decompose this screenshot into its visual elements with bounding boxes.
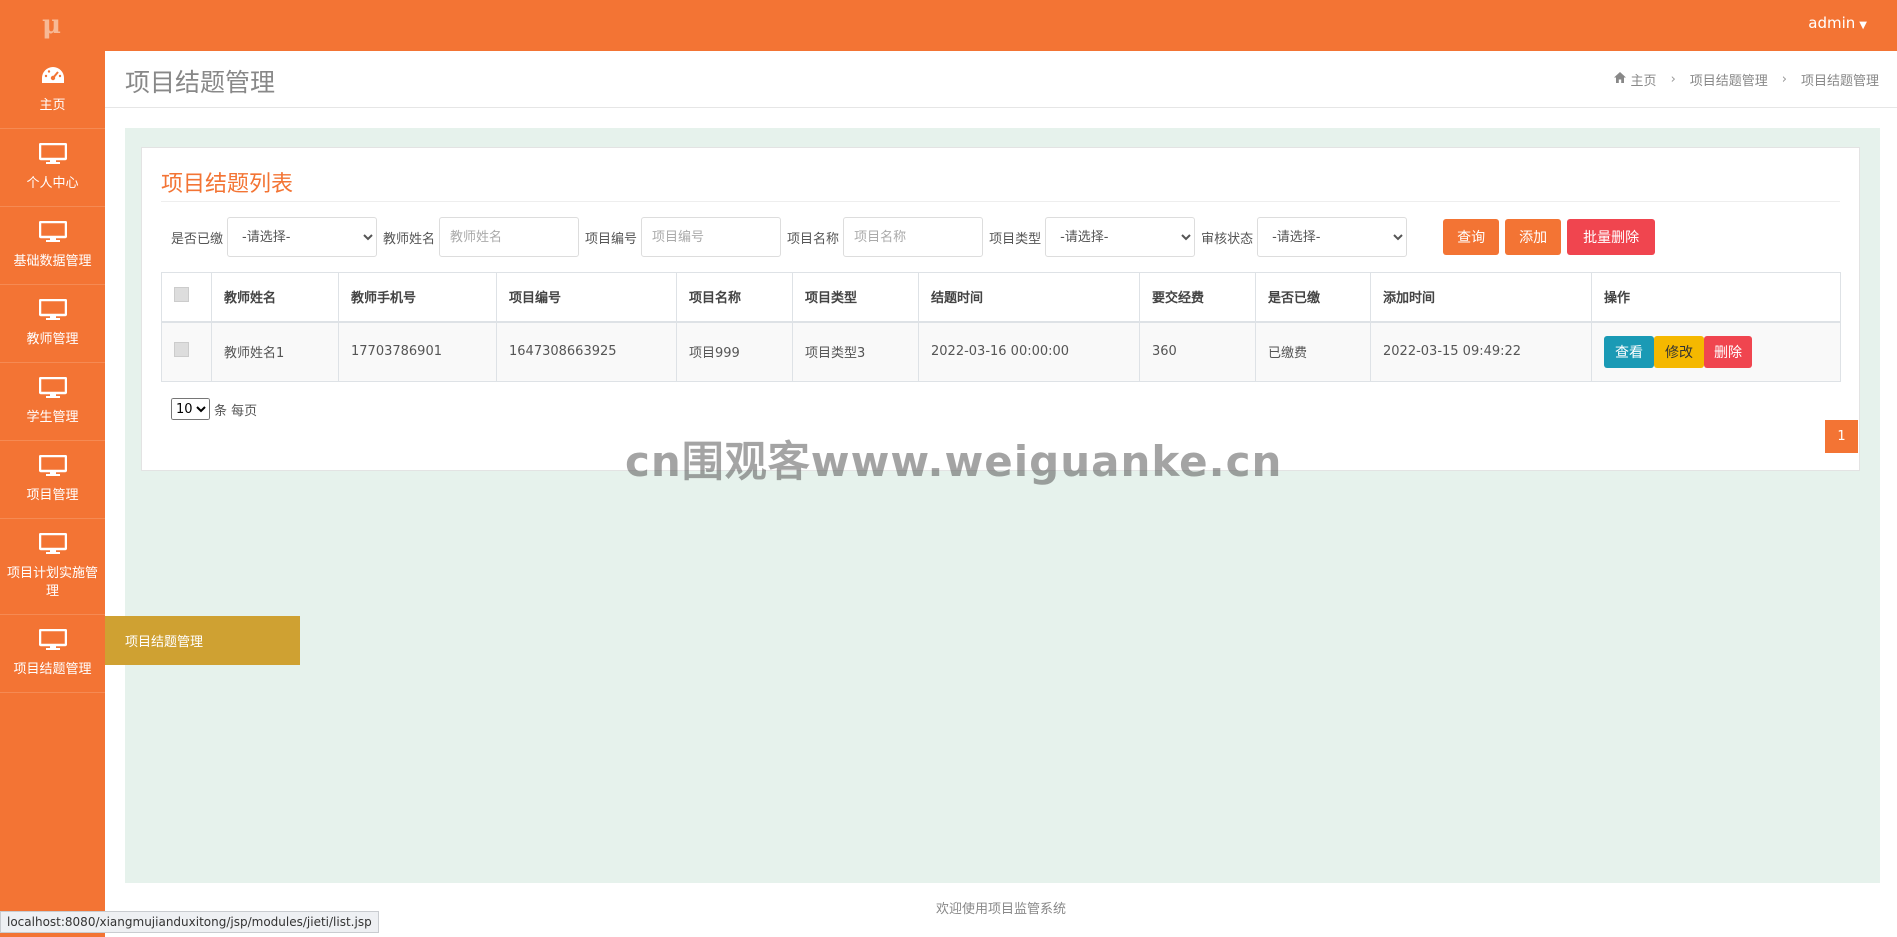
- sidebar-menu: 主页 个人中心 基础数据管理 教师管理 学生管理 项目管理 项目计划实施管理 项…: [0, 51, 105, 693]
- column-header[interactable]: 教师姓名: [211, 272, 339, 323]
- per-page-label: 条 每页: [214, 403, 258, 419]
- project-code-input[interactable]: [641, 217, 782, 257]
- content-area: 项目结题列表 是否已缴 -请选择- 教师姓名 项目编号 项目名称 项目类型 -请…: [125, 128, 1880, 883]
- edit-button[interactable]: 修改: [1654, 335, 1704, 368]
- column-header[interactable]: 项目编号: [496, 272, 677, 323]
- filter-label-type: 项目类型: [989, 231, 1042, 247]
- sidebar-item-project-closure[interactable]: 项目结题管理: [0, 615, 105, 693]
- table-header-row: 教师姓名 教师手机号 项目编号 项目名称 项目类型 结题时间 要交经费 是否已缴…: [161, 272, 1841, 323]
- divider: [161, 201, 1840, 202]
- batch-delete-button[interactable]: 批量删除: [1567, 219, 1656, 255]
- caret-down-icon: ▼: [1859, 20, 1867, 31]
- sidebar-flyout-item[interactable]: 项目结题管理: [105, 616, 300, 665]
- sidebar-item-teachers[interactable]: 教师管理: [0, 285, 105, 363]
- view-button[interactable]: 查看: [1604, 335, 1654, 368]
- watermark: cn围观客www.weiguanke.cn: [625, 437, 1283, 486]
- column-header[interactable]: 教师手机号: [338, 272, 497, 323]
- cell-added: 2022-03-15 09:49:22: [1370, 321, 1592, 382]
- sidebar-item-personal-center[interactable]: 个人中心: [0, 129, 105, 207]
- sidebar-item-project-plans[interactable]: 项目计划实施管理: [0, 519, 105, 615]
- filter-label-teacher: 教师姓名: [383, 231, 436, 247]
- table-row: 教师姓名1 17703786901 1647308663925 项目999 项目…: [161, 321, 1841, 382]
- chevron-right-icon: ›: [1781, 72, 1787, 87]
- closure-table: 教师姓名 教师手机号 项目编号 项目名称 项目类型 结题时间 要交经费 是否已缴…: [161, 272, 1841, 382]
- column-header[interactable]: 结题时间: [918, 272, 1140, 323]
- breadcrumb-current: 项目结题管理: [1800, 74, 1879, 89]
- sidebar-item-basic-data[interactable]: 基础数据管理: [0, 207, 105, 285]
- home-icon: [1613, 72, 1626, 87]
- sidebar-item-label: 个人中心: [26, 175, 79, 191]
- sidebar-item-label: 项目计划实施管理: [6, 565, 98, 599]
- row-checkbox[interactable]: [174, 342, 189, 358]
- page-header: 项目结题管理 主页 › 项目结题管理 › 项目结题管理: [105, 51, 1897, 108]
- logo[interactable]: μ: [42, 10, 61, 40]
- sidebar-item-label: 基础数据管理: [13, 253, 92, 269]
- select-all-checkbox[interactable]: [174, 287, 189, 303]
- user-menu[interactable]: admin ▼: [1808, 14, 1867, 32]
- teacher-name-input[interactable]: [439, 217, 580, 257]
- monitor-icon: [38, 454, 67, 481]
- project-name-input[interactable]: [843, 217, 984, 257]
- cell-actions: 查看 修改 删除: [1591, 321, 1841, 382]
- cell-phone: 17703786901: [338, 321, 497, 382]
- chevron-right-icon: ›: [1670, 72, 1676, 87]
- top-navbar: μ admin ▼: [0, 0, 1897, 51]
- monitor-icon: [38, 142, 67, 169]
- filter-label-name: 项目名称: [787, 231, 840, 247]
- monitor-icon: [38, 532, 67, 559]
- review-status-select[interactable]: -请选择-: [1257, 217, 1408, 257]
- column-header: 操作: [1591, 272, 1841, 323]
- breadcrumb: 主页 › 项目结题管理 › 项目结题管理: [1613, 70, 1879, 89]
- monitor-icon: [38, 220, 67, 247]
- sidebar-item-label: 教师管理: [26, 331, 79, 347]
- column-header[interactable]: 是否已缴: [1255, 272, 1371, 323]
- breadcrumb-section[interactable]: 项目结题管理: [1690, 70, 1768, 89]
- cell-name: 项目999: [676, 321, 793, 382]
- sidebar-item-label: 项目管理: [26, 487, 79, 503]
- project-type-select[interactable]: -请选择-: [1045, 217, 1196, 257]
- monitor-icon: [38, 628, 67, 655]
- select-all-cell: [161, 272, 212, 323]
- column-header[interactable]: 要交经费: [1139, 272, 1256, 323]
- row-select-cell: [161, 321, 212, 382]
- search-button[interactable]: 查询: [1443, 219, 1500, 255]
- monitor-icon: [38, 298, 67, 325]
- cell-teacher: 教师姓名1: [211, 321, 339, 382]
- page-size-control: 10 条 每页: [171, 398, 257, 420]
- column-header[interactable]: 添加时间: [1370, 272, 1592, 323]
- sidebar-item-home[interactable]: 主页: [0, 51, 105, 129]
- sidebar-item-label: 项目结题管理: [13, 661, 92, 677]
- cell-paid: 已缴费: [1255, 321, 1371, 382]
- sidebar-item-projects[interactable]: 项目管理: [0, 441, 105, 519]
- column-header[interactable]: 项目类型: [792, 272, 919, 323]
- filter-label-code: 项目编号: [585, 231, 638, 247]
- user-name: admin: [1808, 14, 1856, 32]
- add-button[interactable]: 添加: [1505, 219, 1562, 255]
- sidebar-item-label: 主页: [39, 97, 66, 113]
- breadcrumb-home[interactable]: 主页: [1631, 70, 1657, 89]
- monitor-icon: [38, 376, 67, 403]
- dashboard-icon: [40, 65, 66, 91]
- cell-finish-time: 2022-03-16 00:00:00: [918, 321, 1140, 382]
- paid-select[interactable]: -请选择-: [227, 217, 378, 257]
- panel-title: 项目结题列表: [161, 172, 294, 197]
- filter-label-review: 审核状态: [1201, 231, 1254, 247]
- column-header[interactable]: 项目名称: [676, 272, 793, 323]
- cell-code: 1647308663925: [496, 321, 677, 382]
- filter-bar: 是否已缴 -请选择- 教师姓名 项目编号 项目名称 项目类型 -请选择- 审核状…: [171, 217, 1656, 257]
- cell-type: 项目类型3: [792, 321, 919, 382]
- page-title: 项目结题管理: [125, 68, 276, 97]
- sidebar-item-label: 学生管理: [26, 409, 79, 425]
- page-size-select[interactable]: 10: [171, 398, 210, 420]
- page-1-button[interactable]: 1: [1825, 420, 1858, 453]
- filter-label-paid: 是否已缴: [171, 231, 224, 247]
- delete-button[interactable]: 删除: [1704, 335, 1752, 368]
- browser-status-url: localhost:8080/xiangmujianduxitong/jsp/m…: [0, 911, 379, 933]
- list-panel: 项目结题列表 是否已缴 -请选择- 教师姓名 项目编号 项目名称 项目类型 -请…: [141, 147, 1860, 471]
- cell-fee: 360: [1139, 321, 1256, 382]
- sidebar-item-students[interactable]: 学生管理: [0, 363, 105, 441]
